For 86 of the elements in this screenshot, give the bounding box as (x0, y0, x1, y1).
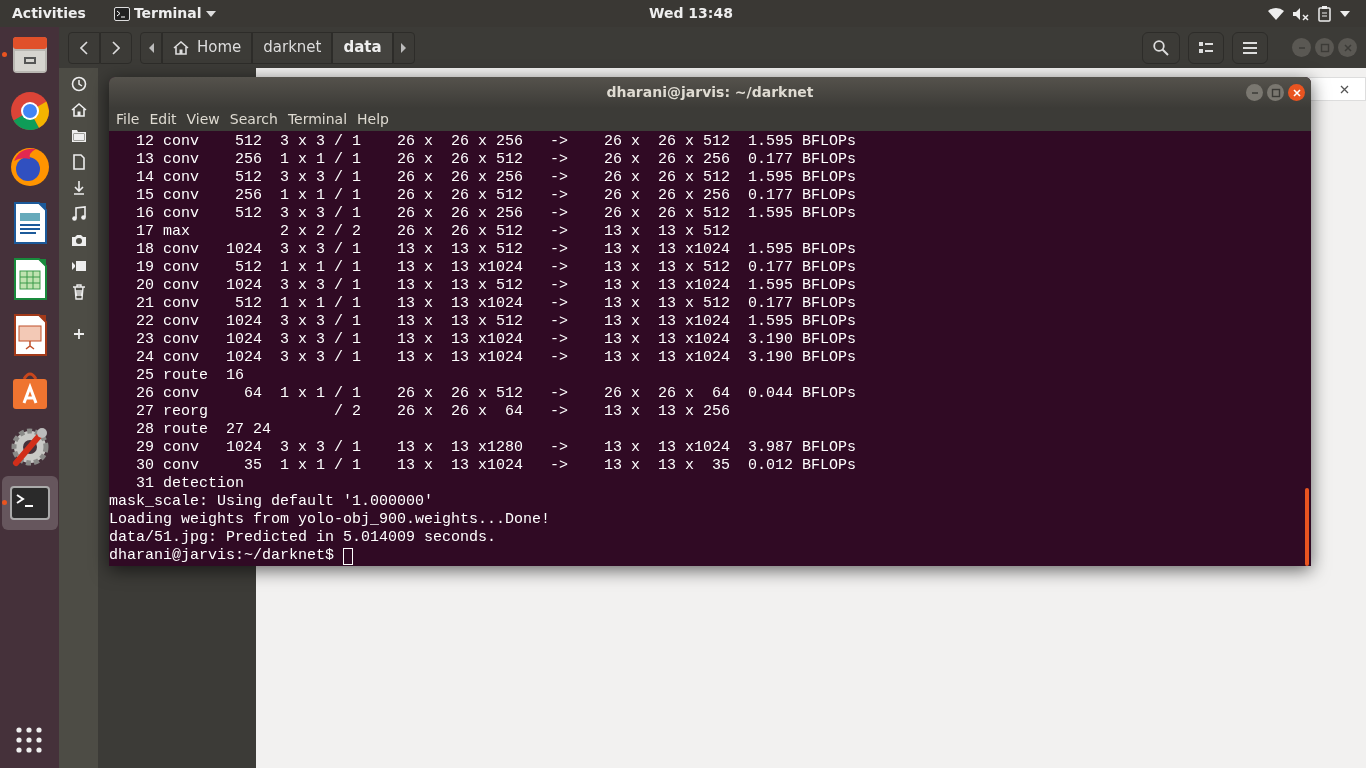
terminal-line: 22 conv 1024 3 x 3 / 1 13 x 13 x 512 -> 13 x 13 x1024 1.595 BFLOPs (135, 313, 857, 331)
terminal-line: 18 conv 1024 3 x 3 / 1 13 x 13 x 512 -> 13 x 13 x1024 1.595 BFLOPs (135, 241, 857, 259)
sidebar-item[interactable] (70, 258, 87, 274)
terminal-line: data/51.jpg: Predicted in 5.014009 seconds. (109, 529, 497, 547)
terminal-line: 13 conv 256 1 x 1 / 1 26 x 26 x 512 -> 26 x 26 x 256 0.177 BFLOPs (135, 151, 857, 169)
menu-item[interactable]: Search (224, 109, 283, 130)
menu-item[interactable]: Edit (144, 109, 182, 130)
sidebar-item[interactable] (70, 284, 87, 300)
close-icon (1291, 87, 1302, 98)
menu-button[interactable] (1232, 31, 1268, 64)
terminal-line: 20 conv 1024 3 x 3 / 1 13 x 13 x 512 -> 13 x 13 x1024 1.595 BFLOPs (135, 277, 857, 295)
terminal-line: 23 conv 1024 3 x 3 / 1 13 x 13 x1024 -> 13 x 13 x1024 3.190 BFLOPs (135, 331, 857, 349)
maximize-icon (1319, 42, 1330, 53)
terminal-line: 25 route 16 (135, 367, 245, 385)
terminal-line: 12 conv 512 3 x 3 / 1 26 x 26 x 256 -> 26 x 26 x 512 1.595 BFLOPs (135, 133, 857, 151)
menu-item[interactable]: Terminal (282, 109, 353, 130)
system-menu[interactable] (1268, 5, 1350, 22)
recent-icon (70, 76, 87, 92)
camera-icon (70, 232, 87, 248)
document-icon (70, 154, 87, 170)
wifi-icon (1268, 6, 1284, 21)
terminal-line: 31 detection (135, 475, 245, 493)
terminal-line: 26 conv 64 1 x 1 / 1 26 x 26 x 512 -> 26 x 26 x 64 0.044 BFLOPs (135, 385, 857, 403)
terminal-line: 17 max 2 x 2 / 2 26 x 26 x 512 -> 13 x 13 x 512 (135, 223, 731, 241)
music-icon (70, 206, 87, 222)
search-button[interactable] (1142, 31, 1180, 64)
dock-item[interactable] (2, 476, 58, 530)
menu-item[interactable]: View (181, 109, 225, 130)
trash-icon (70, 284, 87, 300)
right-arrow-icon (401, 42, 407, 53)
terminal-line: Loading weights from yolo-obj_900.weights...Done! (109, 511, 551, 529)
terminal-line: 16 conv 512 3 x 3 / 1 26 x 26 x 256 -> 26 x 26 x 512 1.595 BFLOPs (135, 205, 857, 223)
menu-item[interactable]: File (111, 109, 145, 130)
terminal-line: 28 route 27 24 (135, 421, 272, 439)
list-view-icon (1199, 41, 1213, 54)
sidebar-item[interactable] (70, 232, 87, 248)
terminal-line: 30 conv 35 1 x 1 / 1 13 x 13 x1024 -> 13 x 13 x 35 0.012 BFLOPs (135, 457, 857, 475)
close-button[interactable] (1288, 84, 1305, 101)
close-icon (1340, 84, 1349, 94)
menu-item[interactable]: Help (352, 109, 394, 130)
terminal-line: 14 conv 512 3 x 3 / 1 26 x 26 x 256 -> 26 x 26 x 512 1.595 BFLOPs (135, 169, 857, 187)
maximize-icon (1270, 87, 1281, 98)
forward-icon (112, 40, 120, 55)
volume-muted-icon (1292, 6, 1310, 21)
forward-button[interactable] (100, 31, 132, 64)
sidebar-item[interactable] (70, 102, 87, 118)
terminal-line: 19 conv 512 1 x 1 / 1 13 x 13 x1024 -> 13 x 13 x 512 0.177 BFLOPs (135, 259, 857, 277)
scrollbar-thumb[interactable] (1305, 488, 1309, 566)
menu-icon (1243, 41, 1257, 54)
caret-icon (205, 10, 216, 17)
folder-icon (70, 128, 87, 144)
terminal-line: 27 reorg / 2 26 x 26 x 64 -> 13 x 13 x 256 (135, 403, 731, 421)
path-button[interactable]: darknet (252, 31, 333, 64)
view-options-button[interactable] (1188, 31, 1224, 64)
sidebar-item[interactable] (70, 154, 87, 170)
video-icon (70, 258, 87, 274)
scroll-right-button[interactable] (392, 31, 415, 64)
back-icon (80, 40, 88, 55)
scroll-left-button[interactable] (140, 31, 162, 64)
caret-icon (1340, 10, 1350, 17)
command-prompt: dharani@jarvis:~/darknet$ (109, 547, 335, 565)
home-icon (70, 102, 87, 118)
terminal-line: 21 conv 512 1 x 1 / 1 13 x 13 x1024 -> 13 x 13 x 512 0.177 BFLOPs (135, 295, 857, 313)
back-button[interactable] (68, 31, 100, 64)
app-menu[interactable]: Terminal (113, 3, 216, 24)
window-title: dharani@jarvis: ~/darknet (606, 83, 814, 102)
app-grid-icon[interactable] (16, 727, 42, 753)
path-button[interactable]: data (332, 31, 393, 64)
path-button[interactable]: Home (162, 31, 253, 64)
battery-icon (1318, 5, 1332, 22)
close-icon (1342, 42, 1353, 53)
sidebar-item[interactable] (70, 76, 87, 92)
terminal-line: 15 conv 256 1 x 1 / 1 26 x 26 x 512 -> 26 x 26 x 256 0.177 BFLOPs (135, 187, 857, 205)
activities-button[interactable]: Activities (0, 3, 98, 24)
terminal-icon (113, 6, 130, 21)
terminal-line: mask_scale: Using default '1.000000' (109, 493, 434, 511)
sidebar-item[interactable] (70, 206, 87, 222)
clock[interactable]: Wed 13:48 (649, 3, 733, 24)
terminal-line: 24 conv 1024 3 x 3 / 1 13 x 13 x1024 -> 13 x 13 x1024 3.190 BFLOPs (135, 349, 857, 367)
sidebar-item[interactable] (70, 128, 87, 144)
close-button[interactable] (1340, 84, 1349, 94)
home-icon (173, 40, 189, 55)
left-arrow-icon (148, 42, 154, 53)
search-icon (1153, 39, 1169, 56)
text-cursor (343, 547, 354, 565)
terminal-line: 29 conv 1024 3 x 3 / 1 13 x 13 x1280 -> 13 x 13 x1024 3.987 BFLOPs (135, 439, 857, 457)
